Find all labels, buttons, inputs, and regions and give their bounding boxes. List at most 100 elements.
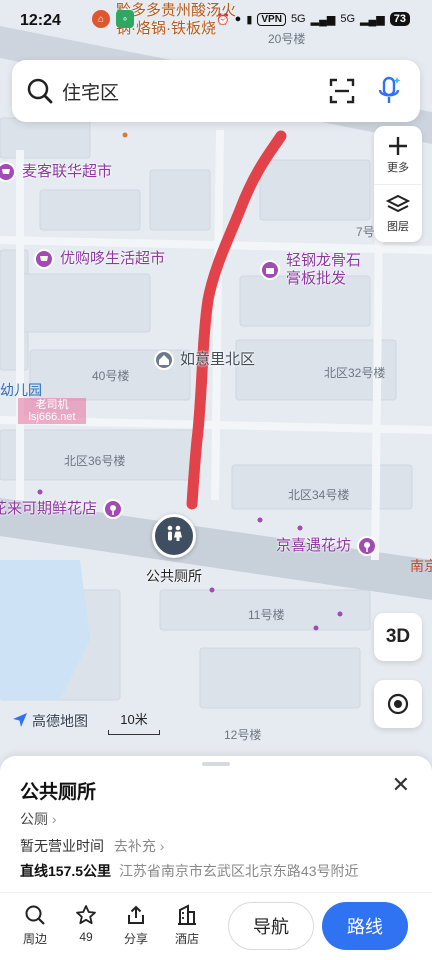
battery-level: 73 — [389, 12, 410, 26]
residence-icon — [154, 350, 174, 370]
toilet-icon — [163, 523, 185, 550]
plus-icon — [389, 137, 407, 155]
poi-light-steel-line2: 膏板批发 — [286, 270, 347, 287]
location-icon: ● — [234, 13, 242, 25]
nearby-label: 周边 — [22, 932, 47, 946]
poi-yougou[interactable]: 优购哆生活超市 — [34, 249, 165, 269]
hotel-label: 酒店 — [174, 932, 199, 946]
poi-light-steel[interactable]: 轻钢龙骨石 膏板批发 — [260, 252, 361, 288]
microphone-icon: ▮ — [246, 13, 253, 26]
status-icons: ⏰ ● ▮ VPN 5G ▂▄▆ 5G ▂▄▆ 73 — [216, 12, 410, 26]
divider — [0, 892, 432, 893]
locate-button[interactable] — [374, 680, 422, 728]
poi-flower-left[interactable]: 花来可期鲜花店 — [0, 499, 124, 519]
share-label: 分享 — [123, 932, 148, 946]
close-icon[interactable]: ✕ — [392, 772, 410, 798]
layers-label: 图层 — [387, 220, 409, 233]
place-category[interactable]: 公厕 › — [20, 809, 57, 829]
label-nan: 南京 — [410, 558, 432, 574]
poi-jingxi-label: 京喜遇花坊 — [276, 537, 352, 554]
distance-label: 直线157.5公里 — [20, 863, 112, 879]
map-tools: 更多 图层 — [374, 126, 422, 242]
locate-icon — [387, 693, 409, 715]
store-icon — [260, 260, 280, 280]
navigation-arrow-icon — [12, 712, 28, 731]
flower-icon — [103, 499, 124, 519]
nearby-button[interactable]: 周边 — [15, 904, 55, 947]
layers-icon — [386, 194, 410, 212]
flower-icon — [357, 536, 378, 556]
label-building-7: 7号 — [356, 225, 375, 239]
watermark-line2: lsj666.net — [28, 411, 76, 423]
action-bar: 周边 49 分享 酒店 导航 路线 — [0, 900, 432, 956]
search-icon — [27, 78, 53, 104]
toilet-marker[interactable] — [152, 514, 196, 558]
share-button[interactable]: 分享 — [116, 904, 156, 947]
poi-rujing[interactable]: 如意里北区 — [154, 350, 255, 370]
poi-maike[interactable]: 麦客联华超市 — [0, 162, 112, 182]
watermark-line1: 老司机 — [35, 399, 69, 411]
status-bar: 12:24 ⌂ ∘ ⏰ ● ▮ VPN 5G ▂▄▆ 5G ▂▄▆ 73 — [0, 0, 432, 40]
chevron-right-icon: › — [48, 811, 57, 827]
share-icon — [128, 905, 144, 924]
poi-rujing-label: 如意里北区 — [180, 351, 256, 368]
place-title: 公共厕所 — [20, 782, 97, 803]
scale-label: 10米 — [120, 712, 148, 727]
signal-5g-1: 5G — [290, 13, 306, 25]
wechat-notification-icon: ∘ — [116, 10, 134, 28]
place-hours: 暂无营业时间 去补充 › — [20, 836, 164, 856]
layers-button[interactable]: 图层 — [374, 184, 422, 242]
signal-bars-icon: ▂▄▆ — [310, 13, 336, 26]
toilet-marker-label: 公共厕所 — [146, 568, 202, 584]
chevron-right-icon: › — [155, 838, 165, 854]
hours-label: 暂无营业时间 — [20, 838, 104, 854]
label-north-32: 北区32号楼 — [324, 366, 386, 380]
address-label: 江苏省南京市玄武区北京东路43号附近 — [118, 863, 359, 879]
more-button[interactable]: 更多 — [374, 126, 422, 184]
more-label: 更多 — [387, 162, 409, 174]
place-distance-address: 直线157.5公里 江苏省南京市玄武区北京东路43号附近 — [20, 861, 359, 881]
shop-icon — [34, 249, 54, 269]
label-building-11: 11号楼 — [248, 608, 285, 622]
label-building-40: 40号楼 — [92, 369, 130, 383]
alarm-icon: ⏰ — [215, 13, 230, 26]
label-north-34: 北区34号楼 — [288, 488, 350, 502]
vpn-badge: VPN — [257, 12, 286, 26]
search-text[interactable]: 住宅区 — [62, 78, 328, 105]
watermark: 老司机 lsj666.net — [18, 398, 86, 424]
hotel-icon — [178, 904, 196, 925]
favorite-count: 49 — [79, 930, 93, 944]
signal-bars-icon-2: ▂▄▆ — [360, 13, 385, 26]
voice-mic-icon[interactable] — [376, 75, 402, 107]
favorite-button[interactable]: 49 — [66, 904, 106, 944]
place-detail-sheet[interactable]: 公共厕所 ✕ 公厕 › 暂无营业时间 去补充 › 直线157.5公里 江苏省南京… — [0, 756, 432, 960]
scan-icon[interactable] — [328, 77, 356, 105]
label-north-36: 北区36号楼 — [64, 454, 126, 468]
search-icon — [25, 905, 45, 925]
poi-yougou-label: 优购哆生活超市 — [60, 250, 166, 267]
3d-toggle-button[interactable]: 3D — [374, 613, 422, 661]
brand-label: 高德地图 — [32, 713, 88, 729]
hotel-button[interactable]: 酒店 — [167, 904, 207, 947]
poi-flower-left-label: 花来可期鲜花店 — [0, 500, 98, 517]
hours-supplement-link[interactable]: 去补充 — [114, 838, 156, 854]
map-scale: 10米 — [108, 709, 160, 735]
search-bar[interactable]: 住宅区 — [12, 60, 420, 122]
poi-light-steel-line1: 轻钢龙骨石 — [286, 252, 362, 269]
shop-notification-icon: ⌂ — [92, 10, 110, 28]
star-icon — [76, 905, 96, 925]
scale-bar — [108, 730, 160, 735]
poi-jingxi[interactable]: 京喜遇花坊 — [276, 536, 378, 556]
signal-5g-2: 5G — [340, 13, 356, 25]
map-brand: 高德地图 — [12, 711, 88, 731]
route-button[interactable]: 路线 — [322, 902, 408, 950]
shop-icon — [0, 162, 16, 182]
sheet-drag-handle[interactable] — [202, 762, 230, 766]
status-time: 12:24 — [20, 12, 61, 29]
category-label: 公厕 — [20, 811, 48, 827]
label-building-12: 12号楼 — [224, 728, 262, 742]
label-kindergarten: 幼儿园 — [0, 382, 42, 398]
poi-maike-label: 麦客联华超市 — [22, 163, 113, 180]
navigate-button[interactable]: 导航 — [228, 902, 314, 950]
notification-icons: ⌂ ∘ — [92, 10, 134, 28]
